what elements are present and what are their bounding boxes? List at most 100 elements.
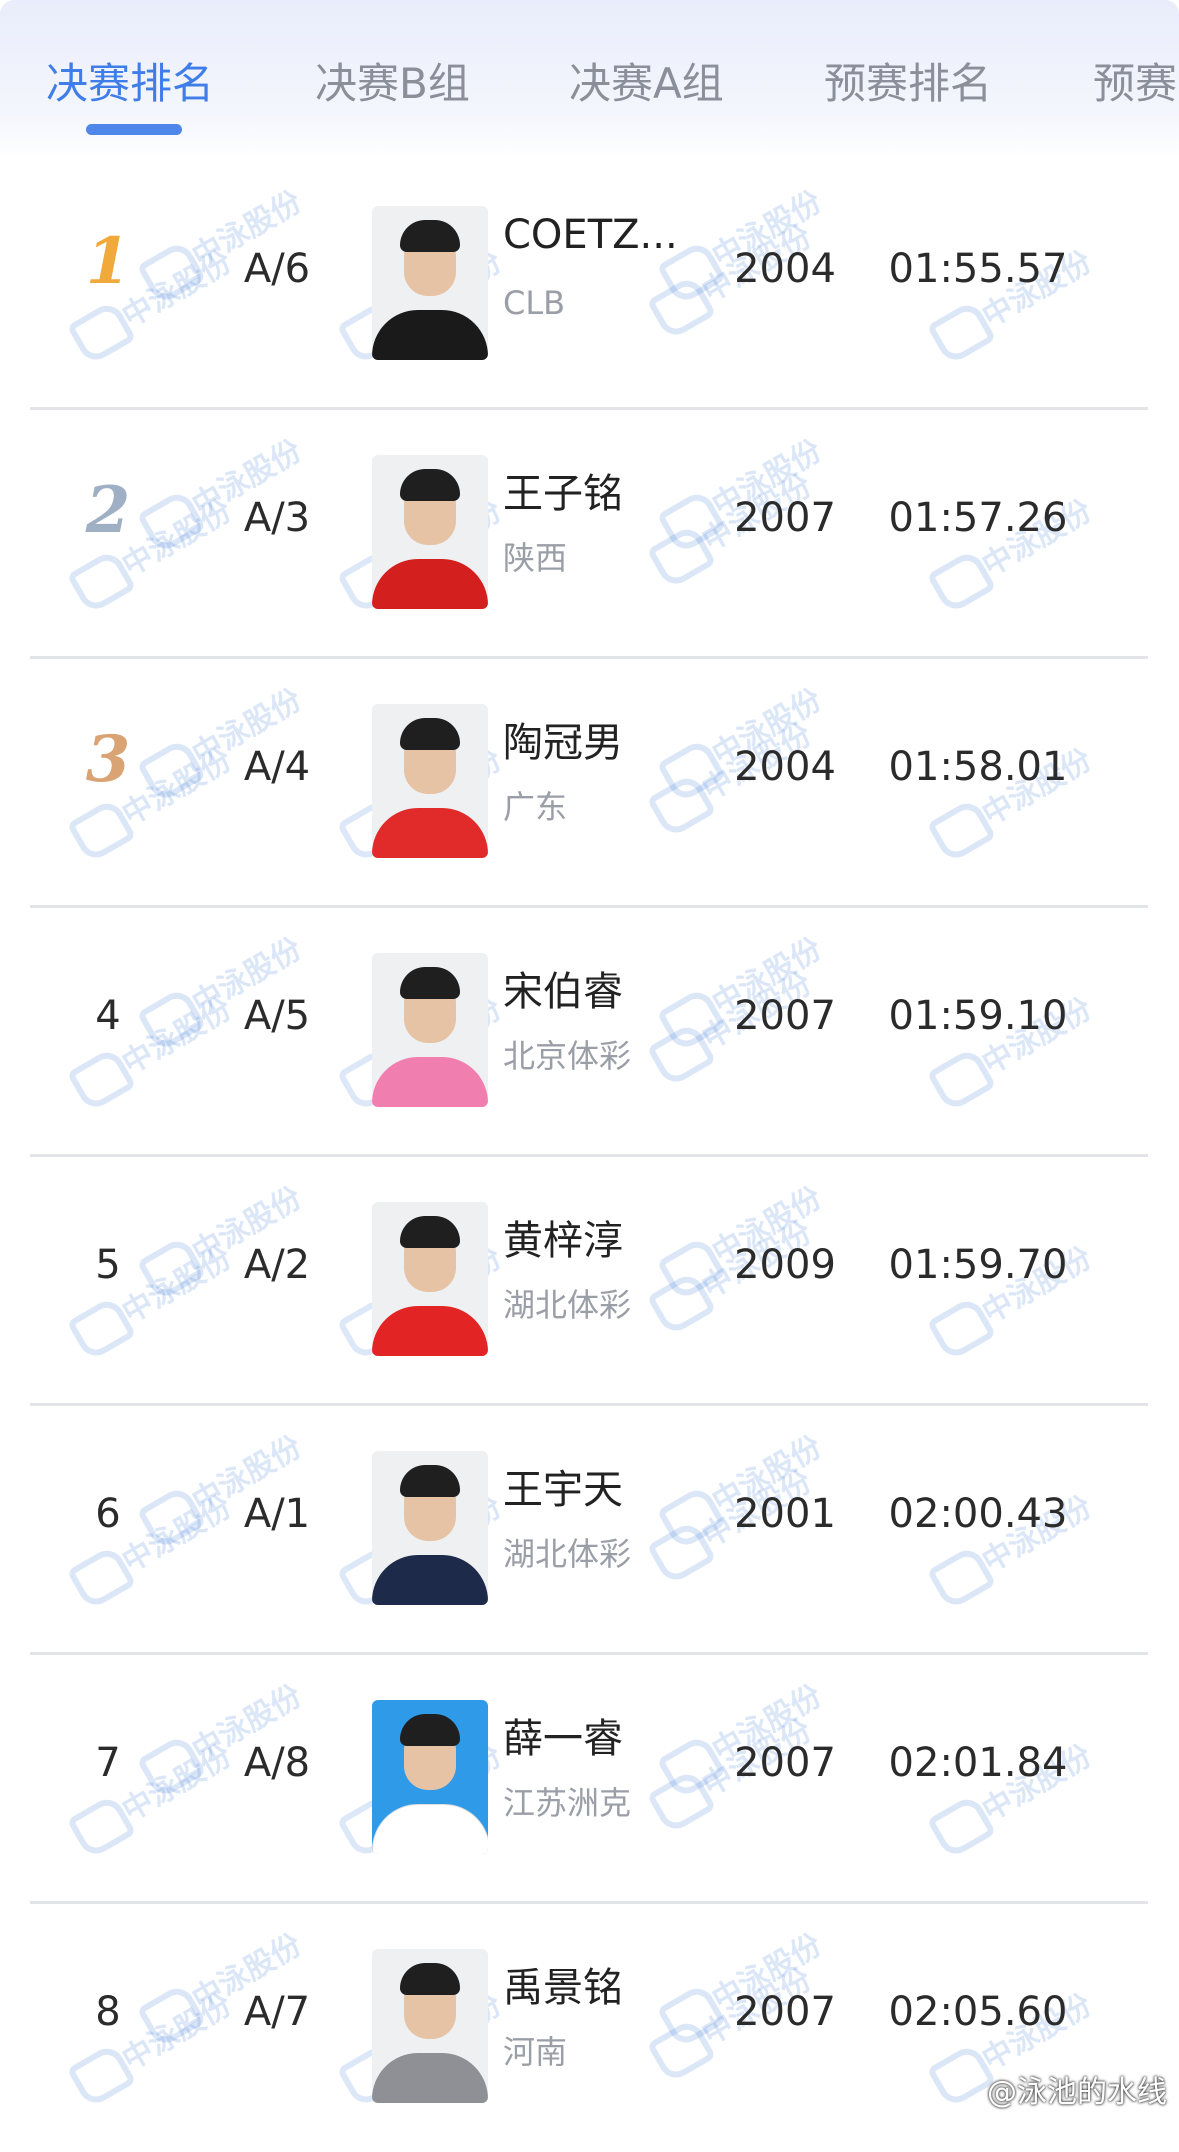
athlete-team: CLB [503, 284, 566, 322]
weibo-credit: @泳池的水线 [987, 2075, 1167, 2110]
athlete-name[interactable]: 禹景铭 [503, 1955, 623, 2013]
watermark-logo: 中泳股份 [633, 885, 866, 1089]
table-row[interactable]: 中泳股份中泳股份中泳股份中泳股份中泳股份中泳股份3A/4陶冠男广东200401:… [0, 658, 1179, 908]
athlete-name[interactable]: COETZ... [503, 212, 678, 258]
result-time: 02:01.84 [888, 1740, 1068, 1786]
athlete-team: 江苏洲克 [503, 1784, 632, 1822]
athlete-photo [372, 1451, 488, 1605]
tab-final-a[interactable]: 决赛A组 [569, 50, 724, 111]
lane: A/5 [243, 993, 311, 1039]
tab-final-b[interactable]: 决赛B组 [315, 50, 470, 111]
watermark-logo: 中泳股份 [113, 138, 346, 342]
athlete-photo [372, 1949, 488, 2103]
athlete-team: 河南 [503, 2033, 568, 2071]
table-row[interactable]: 中泳股份中泳股份中泳股份中泳股份中泳股份中泳股份6A/1王宇天湖北体彩20010… [0, 1405, 1179, 1655]
watermark-logo: 中泳股份 [903, 945, 1136, 1149]
result-time: 01:59.70 [888, 1242, 1068, 1288]
athlete-photo [372, 1202, 488, 1356]
watermark-logo: 中泳股份 [633, 1881, 866, 2085]
athlete-name[interactable]: 陶冠男 [503, 710, 623, 768]
tab-heats-ranking[interactable]: 预赛排名 [824, 50, 992, 111]
watermark-logo: 中泳股份 [903, 447, 1136, 651]
lane: A/2 [243, 1242, 311, 1288]
table-row[interactable]: 中泳股份中泳股份中泳股份中泳股份中泳股份中泳股份1A/6COETZ...CLB2… [0, 160, 1179, 410]
lane: A/6 [243, 246, 311, 292]
tab-heats[interactable]: 预赛 [1093, 50, 1177, 111]
watermark-logo: 中泳股份 [113, 1134, 346, 1338]
result-time: 02:05.60 [888, 1989, 1068, 2035]
athlete-name[interactable]: 王子铭 [503, 461, 623, 519]
table-row[interactable]: 中泳股份中泳股份中泳股份中泳股份中泳股份中泳股份7A/8薛一睿江苏洲克20070… [0, 1654, 1179, 1904]
birth-year: 2001 [734, 1491, 836, 1537]
birth-year: 2007 [734, 1740, 836, 1786]
table-row[interactable]: 中泳股份中泳股份中泳股份中泳股份中泳股份中泳股份8A/7禹景铭河南200702:… [0, 1903, 1179, 2152]
watermark-logo: 中泳股份 [113, 885, 346, 1089]
watermark-logo: 中泳股份 [43, 1194, 276, 1398]
rank-number: 6 [95, 1491, 121, 1537]
rank-silver-medal: 2 [85, 473, 131, 548]
athlete-photo [372, 704, 488, 858]
lane: A/3 [243, 495, 311, 541]
athlete-photo [372, 953, 488, 1107]
lane: A/8 [243, 1740, 311, 1786]
watermark-logo: 中泳股份 [113, 1881, 346, 2085]
watermark-logo: 中泳股份 [903, 1443, 1136, 1647]
birth-year: 2004 [734, 246, 836, 292]
table-row[interactable]: 中泳股份中泳股份中泳股份中泳股份中泳股份中泳股份2A/3王子铭陕西200701:… [0, 409, 1179, 659]
watermark-logo: 中泳股份 [633, 636, 866, 840]
athlete-team: 北京体彩 [503, 1037, 632, 1075]
athlete-team: 广东 [503, 788, 568, 826]
birth-year: 2009 [734, 1242, 836, 1288]
tab-final-ranking[interactable]: 决赛排名 [46, 50, 214, 111]
watermark-logo: 中泳股份 [43, 1692, 276, 1896]
result-time: 01:55.57 [888, 246, 1068, 292]
birth-year: 2007 [734, 993, 836, 1039]
watermark-logo: 中泳股份 [43, 1941, 276, 2145]
birth-year: 2007 [734, 1989, 836, 2035]
watermark-logo: 中泳股份 [113, 387, 346, 591]
lane: A/7 [243, 1989, 311, 2035]
watermark-logo: 中泳股份 [903, 1941, 1136, 2145]
result-time: 01:57.26 [888, 495, 1068, 541]
athlete-team: 陕西 [503, 539, 568, 577]
watermark-logo: 中泳股份 [113, 636, 346, 840]
watermark-logo: 中泳股份 [633, 1134, 866, 1338]
watermark-logo: 中泳股份 [43, 1443, 276, 1647]
result-time: 01:58.01 [888, 744, 1068, 790]
watermark-logo: 中泳股份 [903, 696, 1136, 900]
birth-year: 2004 [734, 744, 836, 790]
rank-number: 5 [95, 1242, 121, 1288]
athlete-team: 湖北体彩 [503, 1286, 632, 1324]
athlete-team: 湖北体彩 [503, 1535, 632, 1573]
watermark-logo: 中泳股份 [43, 945, 276, 1149]
table-row[interactable]: 中泳股份中泳股份中泳股份中泳股份中泳股份中泳股份5A/2黄梓淳湖北体彩20090… [0, 1156, 1179, 1406]
rank-number: 4 [95, 993, 121, 1039]
birth-year: 2007 [734, 495, 836, 541]
rank-number: 8 [95, 1989, 121, 2035]
athlete-name[interactable]: 薛一睿 [503, 1706, 623, 1764]
athlete-name[interactable]: 黄梓淳 [503, 1208, 623, 1266]
athlete-photo [372, 206, 488, 360]
watermark-logo: 中泳股份 [903, 1692, 1136, 1896]
watermark-logo: 中泳股份 [633, 387, 866, 591]
watermark-logo: 中泳股份 [633, 1632, 866, 1836]
athlete-photo [372, 455, 488, 609]
active-tab-indicator [86, 124, 182, 135]
athlete-name[interactable]: 王宇天 [503, 1457, 623, 1515]
lane: A/4 [243, 744, 311, 790]
watermark-logo: 中泳股份 [113, 1383, 346, 1587]
result-time: 01:59.10 [888, 993, 1068, 1039]
watermark-logo: 中泳股份 [113, 1632, 346, 1836]
rank-number: 7 [95, 1740, 121, 1786]
athlete-name[interactable]: 宋伯睿 [503, 959, 623, 1017]
lane: A/1 [243, 1491, 311, 1537]
watermark-logo: 中泳股份 [903, 198, 1136, 402]
watermark-logo: 中泳股份 [633, 1383, 866, 1587]
athlete-photo [372, 1700, 488, 1854]
table-row[interactable]: 中泳股份中泳股份中泳股份中泳股份中泳股份中泳股份4A/5宋伯睿北京体彩20070… [0, 907, 1179, 1157]
rank-bronze-medal: 3 [85, 722, 131, 797]
result-time: 02:00.43 [888, 1491, 1068, 1537]
watermark-logo: 中泳股份 [903, 1194, 1136, 1398]
tab-bar: 决赛排名 决赛B组 决赛A组 预赛排名 预赛 [0, 0, 1179, 160]
rank-gold-medal: 1 [85, 224, 131, 299]
